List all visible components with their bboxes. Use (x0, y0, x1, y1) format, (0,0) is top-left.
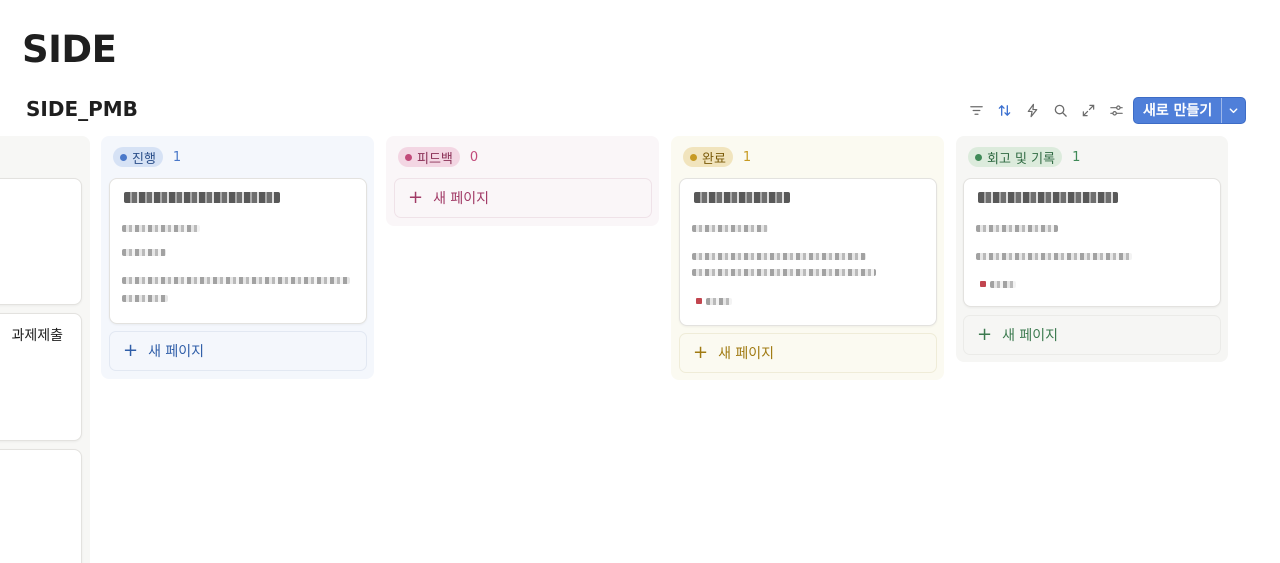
status-label: 진행 (132, 151, 156, 167)
card-property (976, 253, 1132, 260)
page-title: SIDE (22, 28, 117, 71)
status-dot (980, 281, 986, 287)
card-property (990, 281, 1016, 288)
board-column-retrospective: 회고 및 기록 1 + 새 페이지 (956, 136, 1228, 362)
card-property (976, 225, 1058, 232)
status-label: 완료 (702, 151, 726, 167)
status-dot (696, 298, 702, 304)
card-property (692, 225, 768, 232)
board-card[interactable] (0, 449, 82, 563)
board-column-in-progress: 진행 1 + 새 페이지 (101, 136, 374, 379)
new-button-label[interactable]: 새로 만들기 (1134, 98, 1221, 123)
card-title (978, 192, 1118, 203)
card-property (692, 253, 866, 260)
filter-icon[interactable] (962, 97, 990, 123)
add-page-label: 새 페이지 (148, 344, 205, 360)
add-page-button[interactable]: + 새 페이지 (394, 178, 652, 218)
plus-icon: + (408, 187, 424, 208)
card-property (122, 249, 166, 256)
sort-icon[interactable] (990, 97, 1018, 123)
card-property (122, 295, 168, 302)
column-header[interactable]: 진행 1 (113, 147, 181, 167)
column-header[interactable]: 피드백 0 (398, 147, 478, 167)
add-page-label: 새 페이지 (433, 191, 490, 207)
lightning-icon[interactable] (1018, 97, 1046, 123)
card-title (694, 192, 790, 203)
add-page-label: 새 페이지 (1002, 328, 1059, 344)
add-page-button[interactable]: + 새 페이지 (679, 333, 937, 373)
settings-icon[interactable] (1102, 97, 1130, 123)
expand-icon[interactable] (1074, 97, 1102, 123)
board-card[interactable] (109, 178, 367, 324)
card-property (122, 225, 200, 232)
status-badge: 진행 (113, 147, 163, 167)
status-badge: 피드백 (398, 147, 460, 167)
chevron-down-icon[interactable] (1221, 97, 1245, 123)
board-column-partial: 과제제출 (0, 136, 90, 563)
column-count: 1 (1072, 149, 1081, 165)
add-page-button[interactable]: + 새 페이지 (109, 331, 367, 371)
column-count: 1 (172, 149, 182, 165)
column-header[interactable]: 회고 및 기록 1 (968, 147, 1080, 167)
new-page-button[interactable]: 새로 만들기 (1133, 96, 1247, 124)
add-page-button[interactable]: + 새 페이지 (963, 315, 1221, 355)
card-property (122, 277, 350, 284)
column-count: 0 (469, 149, 479, 165)
plus-icon: + (977, 324, 993, 345)
search-icon[interactable] (1046, 97, 1074, 123)
card-property (692, 269, 876, 276)
plus-icon: + (123, 340, 139, 361)
status-badge: 회고 및 기록 (968, 147, 1063, 167)
status-badge: 완료 (683, 147, 733, 167)
column-header[interactable]: 완료 1 (683, 147, 751, 167)
column-count: 1 (742, 149, 752, 165)
add-page-label: 새 페이지 (718, 346, 775, 362)
database-toolbar: 새로 만들기 (962, 96, 1247, 124)
plus-icon: + (693, 342, 709, 363)
board-view: 과제제출 진행 1 + 새 페이지 피드백 0 + 새 페이지 완료 1 + 새… (0, 136, 1280, 563)
database-title[interactable]: SIDE_PMB (26, 97, 138, 121)
card-property (706, 298, 732, 305)
status-label: 회고 및 기록 (987, 151, 1056, 167)
board-card[interactable]: 과제제출 (0, 313, 82, 441)
board-card[interactable] (0, 178, 82, 305)
card-title: 과제제출 (11, 328, 63, 344)
status-label: 피드백 (417, 151, 453, 167)
board-card[interactable] (963, 178, 1221, 307)
card-title (124, 192, 280, 203)
board-column-feedback: 피드백 0 + 새 페이지 (386, 136, 659, 226)
board-card[interactable] (679, 178, 937, 326)
board-column-done: 완료 1 + 새 페이지 (671, 136, 944, 380)
